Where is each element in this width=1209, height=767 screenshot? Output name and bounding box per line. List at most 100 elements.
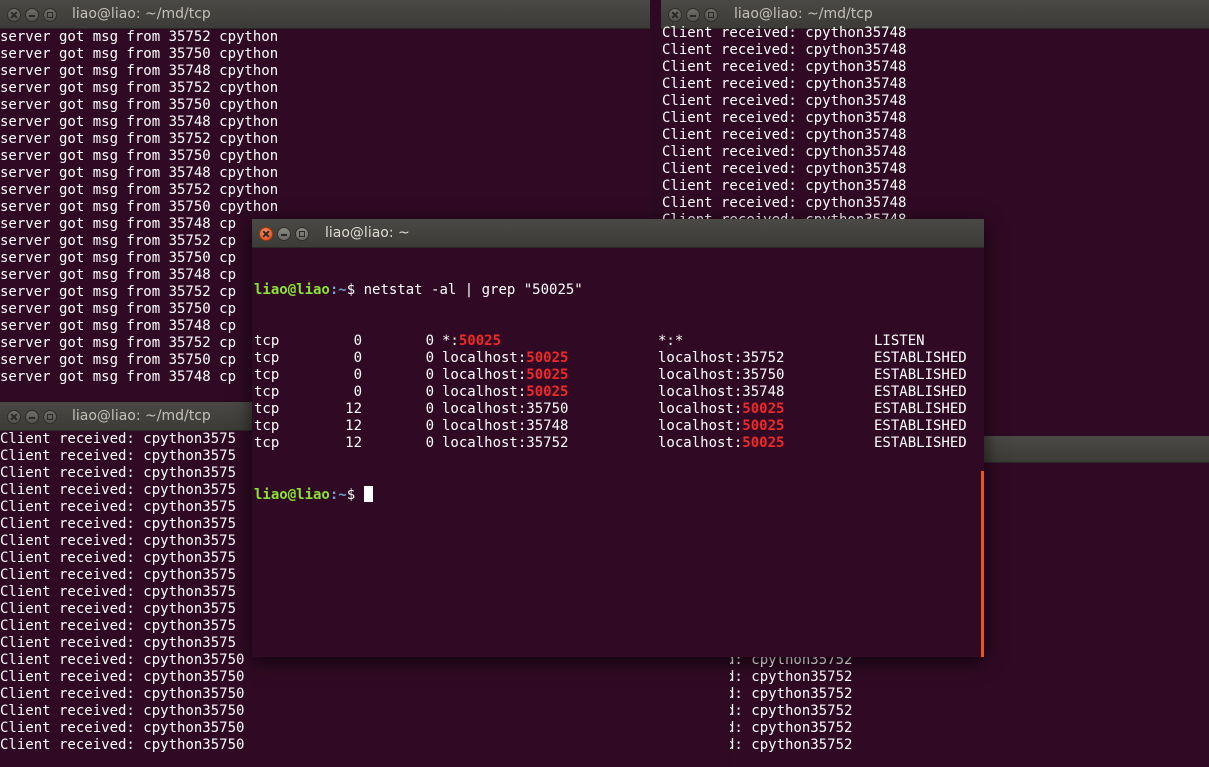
output-line: server got msg from 35752 cpython [0, 29, 279, 45]
state-cell: ESTABLISHED [874, 384, 984, 401]
send-q-cell: 0 [362, 401, 442, 418]
recv-q: 12 [345, 418, 362, 434]
maximize-icon[interactable] [704, 8, 718, 22]
connection-state: ESTABLISHED [874, 350, 967, 366]
connection-state: ESTABLISHED [874, 401, 967, 417]
output-line: server got msg from 35750 cpython [0, 46, 279, 62]
current-prompt-line[interactable]: liao@liao:~$ [254, 486, 984, 503]
minimize-icon[interactable] [25, 410, 39, 424]
recv-q-cell: 0 [326, 384, 362, 401]
netstat-row: tcp 12 0 localhost:35752 localhost:50025 ESTA… [254, 435, 984, 452]
netstat-row: tcp 0 0 localhost:50025 localhost:35752 ESTAB… [254, 350, 984, 367]
output-line: Client received: cpython35748 [662, 25, 907, 41]
foreign-address-cell: *:* [658, 333, 874, 350]
prompt-path: :~ [329, 282, 347, 298]
output-line: Client received: cpython35750 [0, 703, 245, 719]
proto: tcp [254, 435, 280, 451]
send-q-cell: 0 [362, 367, 442, 384]
foreign-address: localhost:35752 [658, 350, 785, 366]
scrollbar-indicator[interactable] [981, 471, 984, 657]
output-line: server got msg from 35752 cpython [0, 80, 279, 96]
minimize-icon[interactable] [25, 8, 39, 22]
recv-q-cell: 12 [326, 435, 362, 452]
local-address-cell: localhost:50025 [442, 384, 658, 401]
server-window-titlebar[interactable]: liao@liao: ~/md/tcp [0, 0, 650, 29]
prompt-symbol: $ [346, 282, 356, 298]
foreign-port-highlight: 50025 [742, 401, 785, 417]
prompt-symbol: $ [346, 487, 356, 503]
close-icon[interactable] [7, 8, 21, 22]
recv-q: 0 [353, 333, 362, 349]
proto-cell: tcp [254, 401, 326, 418]
window-title: liao@liao: ~/md/tcp [72, 6, 211, 22]
local-port-highlight: 50025 [526, 350, 569, 366]
local-address-cell: localhost:50025 [442, 350, 658, 367]
recv-q-cell: 12 [326, 401, 362, 418]
netstat-row: tcp 12 0 localhost:35748 localhost:50025 ESTA… [254, 418, 984, 435]
local-address-cell: localhost:35752 [442, 435, 658, 452]
local-address-cell: localhost:50025 [442, 367, 658, 384]
output-line: Client received: cpython35748 [662, 42, 907, 58]
local-port-highlight: 50025 [526, 367, 569, 383]
close-icon[interactable] [259, 227, 273, 241]
local-address: *: [442, 333, 459, 349]
connection-state: ESTABLISHED [874, 435, 967, 451]
output-line: server got msg from 35752 cpython [0, 182, 279, 198]
output-line: Client received: cpython35748 [662, 59, 907, 75]
local-address: localhost:35748 [442, 418, 569, 434]
terminal-output[interactable]: d: cpython35752 d: cpython35752 d: cpython… [730, 652, 1209, 767]
close-icon[interactable] [7, 410, 21, 424]
output-line: Client received: cpython35748 [662, 161, 907, 177]
connection-state: ESTABLISHED [874, 384, 967, 400]
local-address-cell: localhost:35748 [442, 418, 658, 435]
send-q: 0 [425, 367, 434, 383]
proto: tcp [254, 350, 280, 366]
proto-cell: tcp [254, 367, 326, 384]
foreign-address: localhost: [658, 435, 743, 451]
proto-cell: tcp [254, 435, 326, 452]
foreign-port-highlight: 50025 [742, 435, 785, 451]
output-line: Client received: cpython35750 [0, 737, 245, 753]
foreign-address-cell: localhost:50025 [658, 418, 874, 435]
output-line: Client received: cpython35748 [662, 127, 907, 143]
proto-cell: tcp [254, 333, 326, 350]
proto: tcp [254, 367, 280, 383]
foreign-address-cell: localhost:35750 [658, 367, 874, 384]
state-cell: ESTABLISHED [874, 350, 984, 367]
connection-state: ESTABLISHED [874, 418, 967, 434]
proto: tcp [254, 418, 280, 434]
netstat-terminal-window[interactable]: liao@liao: ~ liao@liao:~$ netstat -al | … [252, 219, 984, 657]
netstat-window-titlebar[interactable]: liao@liao: ~ [252, 219, 984, 248]
send-q: 0 [425, 418, 434, 434]
maximize-icon[interactable] [295, 227, 309, 241]
foreign-address: localhost: [658, 418, 743, 434]
maximize-icon[interactable] [43, 8, 57, 22]
state-cell: ESTABLISHED [874, 401, 984, 418]
foreign-address-cell: localhost:50025 [658, 435, 874, 452]
output-line: server got msg from 35748 cpython [0, 63, 279, 79]
terminal-output[interactable]: liao@liao:~$ netstat -al | grep "50025" … [254, 248, 984, 657]
send-q-cell: 0 [362, 333, 442, 350]
foreign-port-highlight: 50025 [742, 418, 785, 434]
minimize-icon[interactable] [686, 8, 700, 22]
output-line: server got msg from 35750 cpython [0, 148, 279, 164]
send-q: 0 [425, 350, 434, 366]
state-cell: LISTEN [874, 333, 984, 350]
recv-q: 12 [345, 435, 362, 451]
close-icon[interactable] [668, 8, 682, 22]
proto: tcp [254, 384, 280, 400]
maximize-icon[interactable] [43, 410, 57, 424]
local-address: localhost: [442, 367, 527, 383]
local-port-highlight: 50025 [458, 333, 502, 349]
state-cell: ESTABLISHED [874, 435, 984, 452]
window-title: liao@liao: ~/md/tcp [72, 408, 211, 424]
prompt-user: liao@liao [254, 487, 330, 503]
output-line: d: cpython35752 [730, 720, 853, 736]
minimize-icon[interactable] [277, 227, 291, 241]
output-line: server got msg from 35750 cpython [0, 97, 279, 113]
output-line: d: cpython35752 [730, 703, 853, 719]
local-address: localhost:35752 [442, 435, 569, 451]
local-address-cell: *:50025 [442, 333, 658, 350]
recv-q: 12 [345, 401, 362, 417]
window-title: liao@liao: ~/md/tcp [734, 6, 873, 22]
